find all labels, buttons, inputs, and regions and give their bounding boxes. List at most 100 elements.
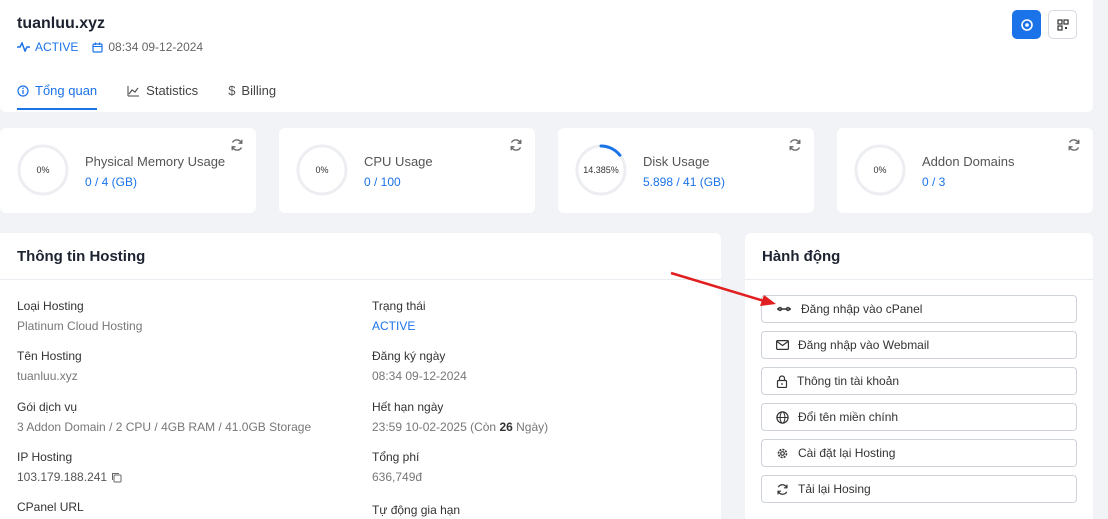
change-domain-button[interactable]: Đổi tên miền chính [761,403,1077,431]
stat-value: 0 / 3 [922,175,946,189]
sync-icon [1020,18,1033,31]
field-value: ACTIVE [372,319,416,333]
field-value: Platinum Cloud Hosting [17,319,143,333]
refresh-icon [777,483,788,495]
globe-icon [776,410,789,424]
field-value: 23:59 10-02-2025 (Còn 26 Ngày) [372,420,548,434]
reload-hosting-button[interactable]: Tải lại Hosing [761,475,1077,503]
field-label: IP Hosting [17,450,73,464]
stat-value: 5.898 / 41 (GB) [643,175,726,189]
field-total: Tổng phí 636,749đ [372,450,422,484]
tab-statistics[interactable]: Statistics [127,83,198,108]
usage-percent: 0% [873,165,887,175]
stat-card-disk: 14.385% Disk Usage 5.898 / 41 (GB) [558,128,814,213]
field-hosting-type: Loại Hosting Platinum Cloud Hosting [17,299,142,333]
field-cpanel-url: CPanel URL [17,500,84,514]
ip-address: 103.179.188.241 [17,470,108,484]
field-hosting-name: Tên Hosting tuanluu.xyz [17,349,82,383]
divider [0,279,721,280]
qr-icon [1056,18,1069,31]
refresh-icon[interactable] [788,138,802,152]
tab-billing[interactable]: $ Billing [228,83,276,108]
usage-percent: 14.385% [583,165,619,175]
divider [745,279,1093,280]
button-label: Tải lại Hosing [798,482,871,496]
field-value: 636,749đ [372,470,423,484]
field-status: Trạng thái ACTIVE [372,299,426,333]
dollar-icon: $ [228,83,236,98]
cpanel-icon [777,306,791,312]
actions-panel: Hành động Đăng nhập vào cPanel Đăng nhập… [745,233,1093,519]
field-value: 08:34 09-12-2024 [372,369,467,383]
sync-button[interactable] [1012,10,1041,39]
info-circle-icon [17,84,29,97]
field-label: Tự động gia hạn [372,503,461,517]
button-label: Đổi tên miền chính [798,410,899,424]
field-label: CPanel URL [17,500,84,514]
reinstall-hosting-button[interactable]: Cài đặt lại Hosting [761,439,1077,467]
usage-percent: 0% [315,165,329,175]
field-label: Loại Hosting [17,299,84,313]
hosting-header: tuanluu.xyz ACTIVE 08:34 09-12-2024 Tổng… [0,0,1093,112]
field-label: Trạng thái [372,299,426,313]
lock-icon [776,374,788,388]
field-autorenew: Tự động gia hạn [372,503,460,517]
refresh-icon[interactable] [509,138,523,152]
button-label: Đăng nhập vào cPanel [801,302,923,316]
field-label: Gói dịch vụ [17,400,78,414]
refresh-icon[interactable] [1067,138,1081,152]
tab-overview[interactable]: Tổng quan [17,83,98,110]
field-label: Tên Hosting [17,349,82,363]
webmail-login-button[interactable]: Đăng nhập vào Webmail [761,331,1077,359]
expires-suffix: Ngày) [512,420,549,434]
usage-percent: 0% [36,165,50,175]
field-registered: Đăng ký ngày 08:34 09-12-2024 [372,349,467,383]
stat-card-addon-domains: 0% Addon Domains 0 / 3 [837,128,1093,213]
refresh-icon[interactable] [230,138,244,152]
expires-date: 23:59 10-02-2025 (Còn [372,420,500,434]
status-active: ACTIVE [17,40,78,54]
section-title: Thông tin Hosting [17,248,146,265]
field-value: 3 Addon Domain / 2 CPU / 4GB RAM / 41.0G… [17,420,312,434]
gear-icon [777,448,788,458]
field-ip: IP Hosting 103.179.188.241 [17,450,122,484]
tab-overview-label: Tổng quan [35,83,98,98]
created-date-text: 08:34 09-12-2024 [108,40,204,54]
field-label: Tổng phí [372,450,420,464]
tab-bar: Tổng quan Statistics $ Billing [17,83,276,110]
days-remaining: 26 [499,420,513,434]
field-package: Gói dịch vụ 3 Addon Domain / 2 CPU / 4GB… [17,400,311,434]
button-label: Thông tin tài khoản [797,374,900,388]
hosting-info-panel: Thông tin Hosting Loại Hosting Platinum … [0,233,721,519]
field-label: Hết hạn ngày [372,400,444,414]
account-info-button[interactable]: Thông tin tài khoản [761,367,1077,395]
pulse-icon [17,42,30,52]
status-text: ACTIVE [35,40,79,54]
stat-value: 0 / 100 [364,175,401,189]
calendar-icon [92,42,103,53]
stat-title: Physical Memory Usage [85,154,226,169]
chart-area-icon [127,85,140,97]
button-label: Cài đặt lại Hosting [798,446,896,460]
created-date: 08:34 09-12-2024 [92,40,203,54]
field-label: Đăng ký ngày [372,349,446,363]
field-value: tuanluu.xyz [17,369,78,383]
button-label: Đăng nhập vào Webmail [798,338,930,352]
stat-title: CPU Usage [364,154,433,169]
stat-title: Addon Domains [922,154,1015,169]
tab-billing-label: Billing [241,83,277,98]
qr-button[interactable] [1048,10,1077,39]
domain-title: tuanluu.xyz [17,15,106,32]
section-title: Hành động [762,248,841,265]
stat-card-memory: 0% Physical Memory Usage 0 / 4 (GB) [0,128,256,213]
field-expires: Hết hạn ngày 23:59 10-02-2025 (Còn 26 Ng… [372,400,548,434]
stat-card-cpu: 0% CPU Usage 0 / 100 [279,128,535,213]
tab-statistics-label: Statistics [146,83,199,98]
stat-title: Disk Usage [643,154,710,169]
field-value: 103.179.188.241 [17,470,122,484]
envelope-icon [776,340,789,350]
cpanel-login-button[interactable]: Đăng nhập vào cPanel [761,295,1077,323]
status-line: ACTIVE 08:34 09-12-2024 [17,40,203,54]
copy-icon[interactable] [111,472,122,483]
stat-value: 0 / 4 (GB) [85,175,138,189]
